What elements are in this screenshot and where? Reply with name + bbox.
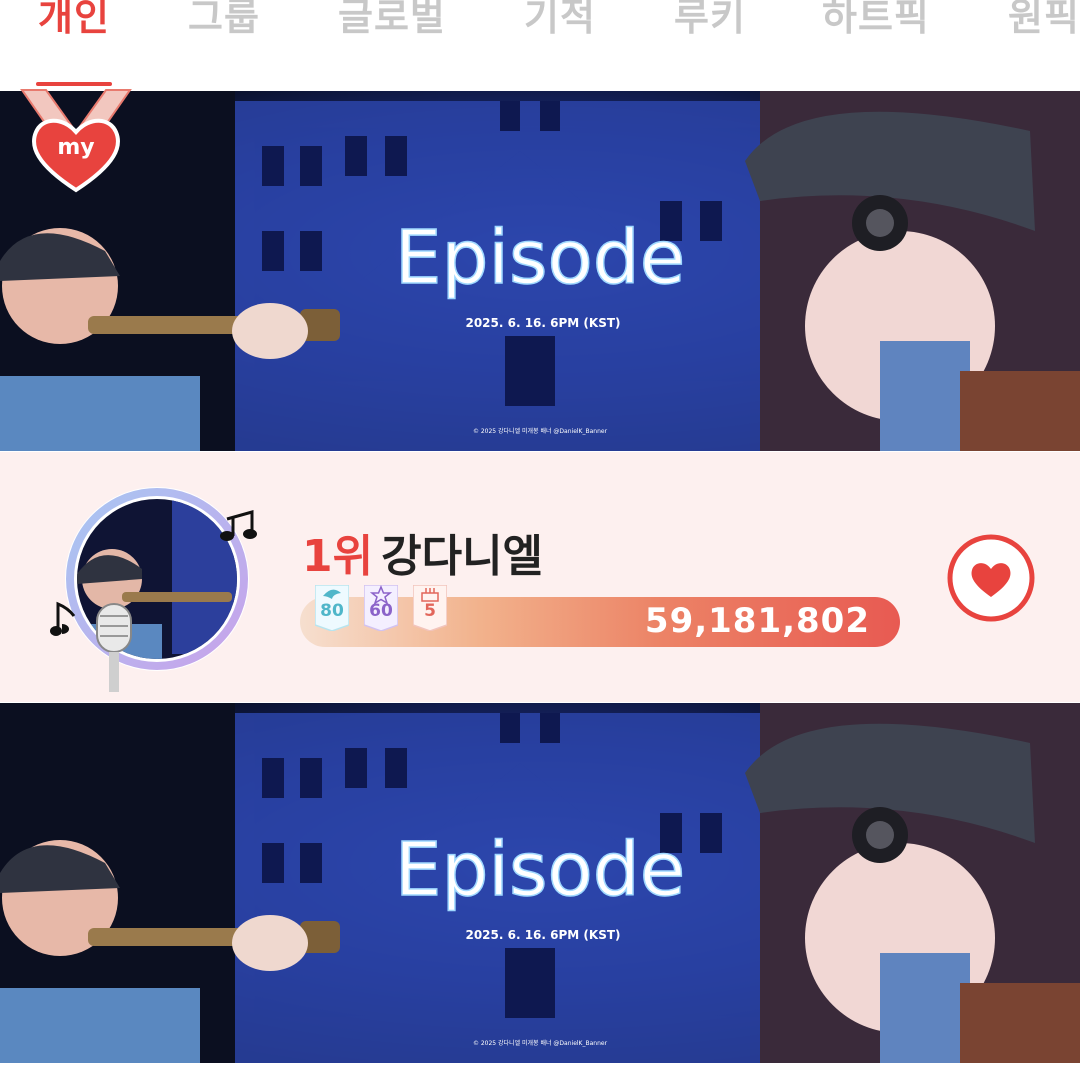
banner-date: 2025. 6. 16. 6PM (KST) — [465, 316, 620, 330]
idol-banner-bottom[interactable]: Episode 2025. 6. 16. 6PM (KST) © 2025 강다… — [0, 703, 1080, 1063]
my-badge-label: my — [57, 135, 94, 160]
banner-title: Episode — [395, 827, 686, 913]
tab-group[interactable]: 그룹 — [188, 0, 260, 41]
my-heart-badge[interactable]: my — [16, 84, 136, 194]
tab-rookie[interactable]: 루키 — [674, 0, 746, 41]
star-badge: 60 — [364, 585, 398, 631]
rank-number: 1위 — [302, 531, 374, 582]
avatar[interactable] — [55, 484, 257, 692]
tab-heartpick[interactable]: 하트픽 — [822, 0, 930, 41]
tab-individual[interactable]: 개인 — [38, 0, 110, 41]
vote-heart-button[interactable] — [946, 533, 1036, 623]
tab-miracle[interactable]: 기적 — [524, 0, 596, 41]
idol-name: 강다니엘 — [381, 531, 544, 582]
ranking-title: 1위 강다니엘 — [302, 520, 544, 582]
heart-medal-icon: my — [20, 89, 132, 193]
banner-credit: © 2025 강다니엘 미개봉 배너 @DanielK_Banner — [473, 427, 608, 435]
angel-wing-badge: 80 — [315, 585, 349, 631]
banner-title: Episode — [395, 215, 686, 301]
music-note-icon — [50, 601, 76, 636]
tab-onepick[interactable]: 원픽 — [1008, 0, 1080, 41]
microphone-icon — [96, 603, 132, 692]
category-tab-bar: 개인 그룹 글로벌 기적 루키 하트픽 원픽 — [0, 0, 1080, 90]
cake-count: 5 — [424, 601, 436, 621]
angel-wing-count: 80 — [320, 601, 344, 621]
tab-global[interactable]: 글로벌 — [338, 0, 446, 41]
cake-badge: 5 — [413, 585, 447, 631]
vote-score: 59,181,802 — [644, 601, 870, 641]
idol-banner-top[interactable]: Episode 2025. 6. 16. 6PM (KST) © 2025 강다… — [0, 91, 1080, 451]
star-count: 60 — [369, 601, 393, 621]
banner-date: 2025. 6. 16. 6PM (KST) — [465, 928, 620, 942]
banner-credit: © 2025 강다니엘 미개봉 배너 @DanielK_Banner — [473, 1039, 608, 1047]
